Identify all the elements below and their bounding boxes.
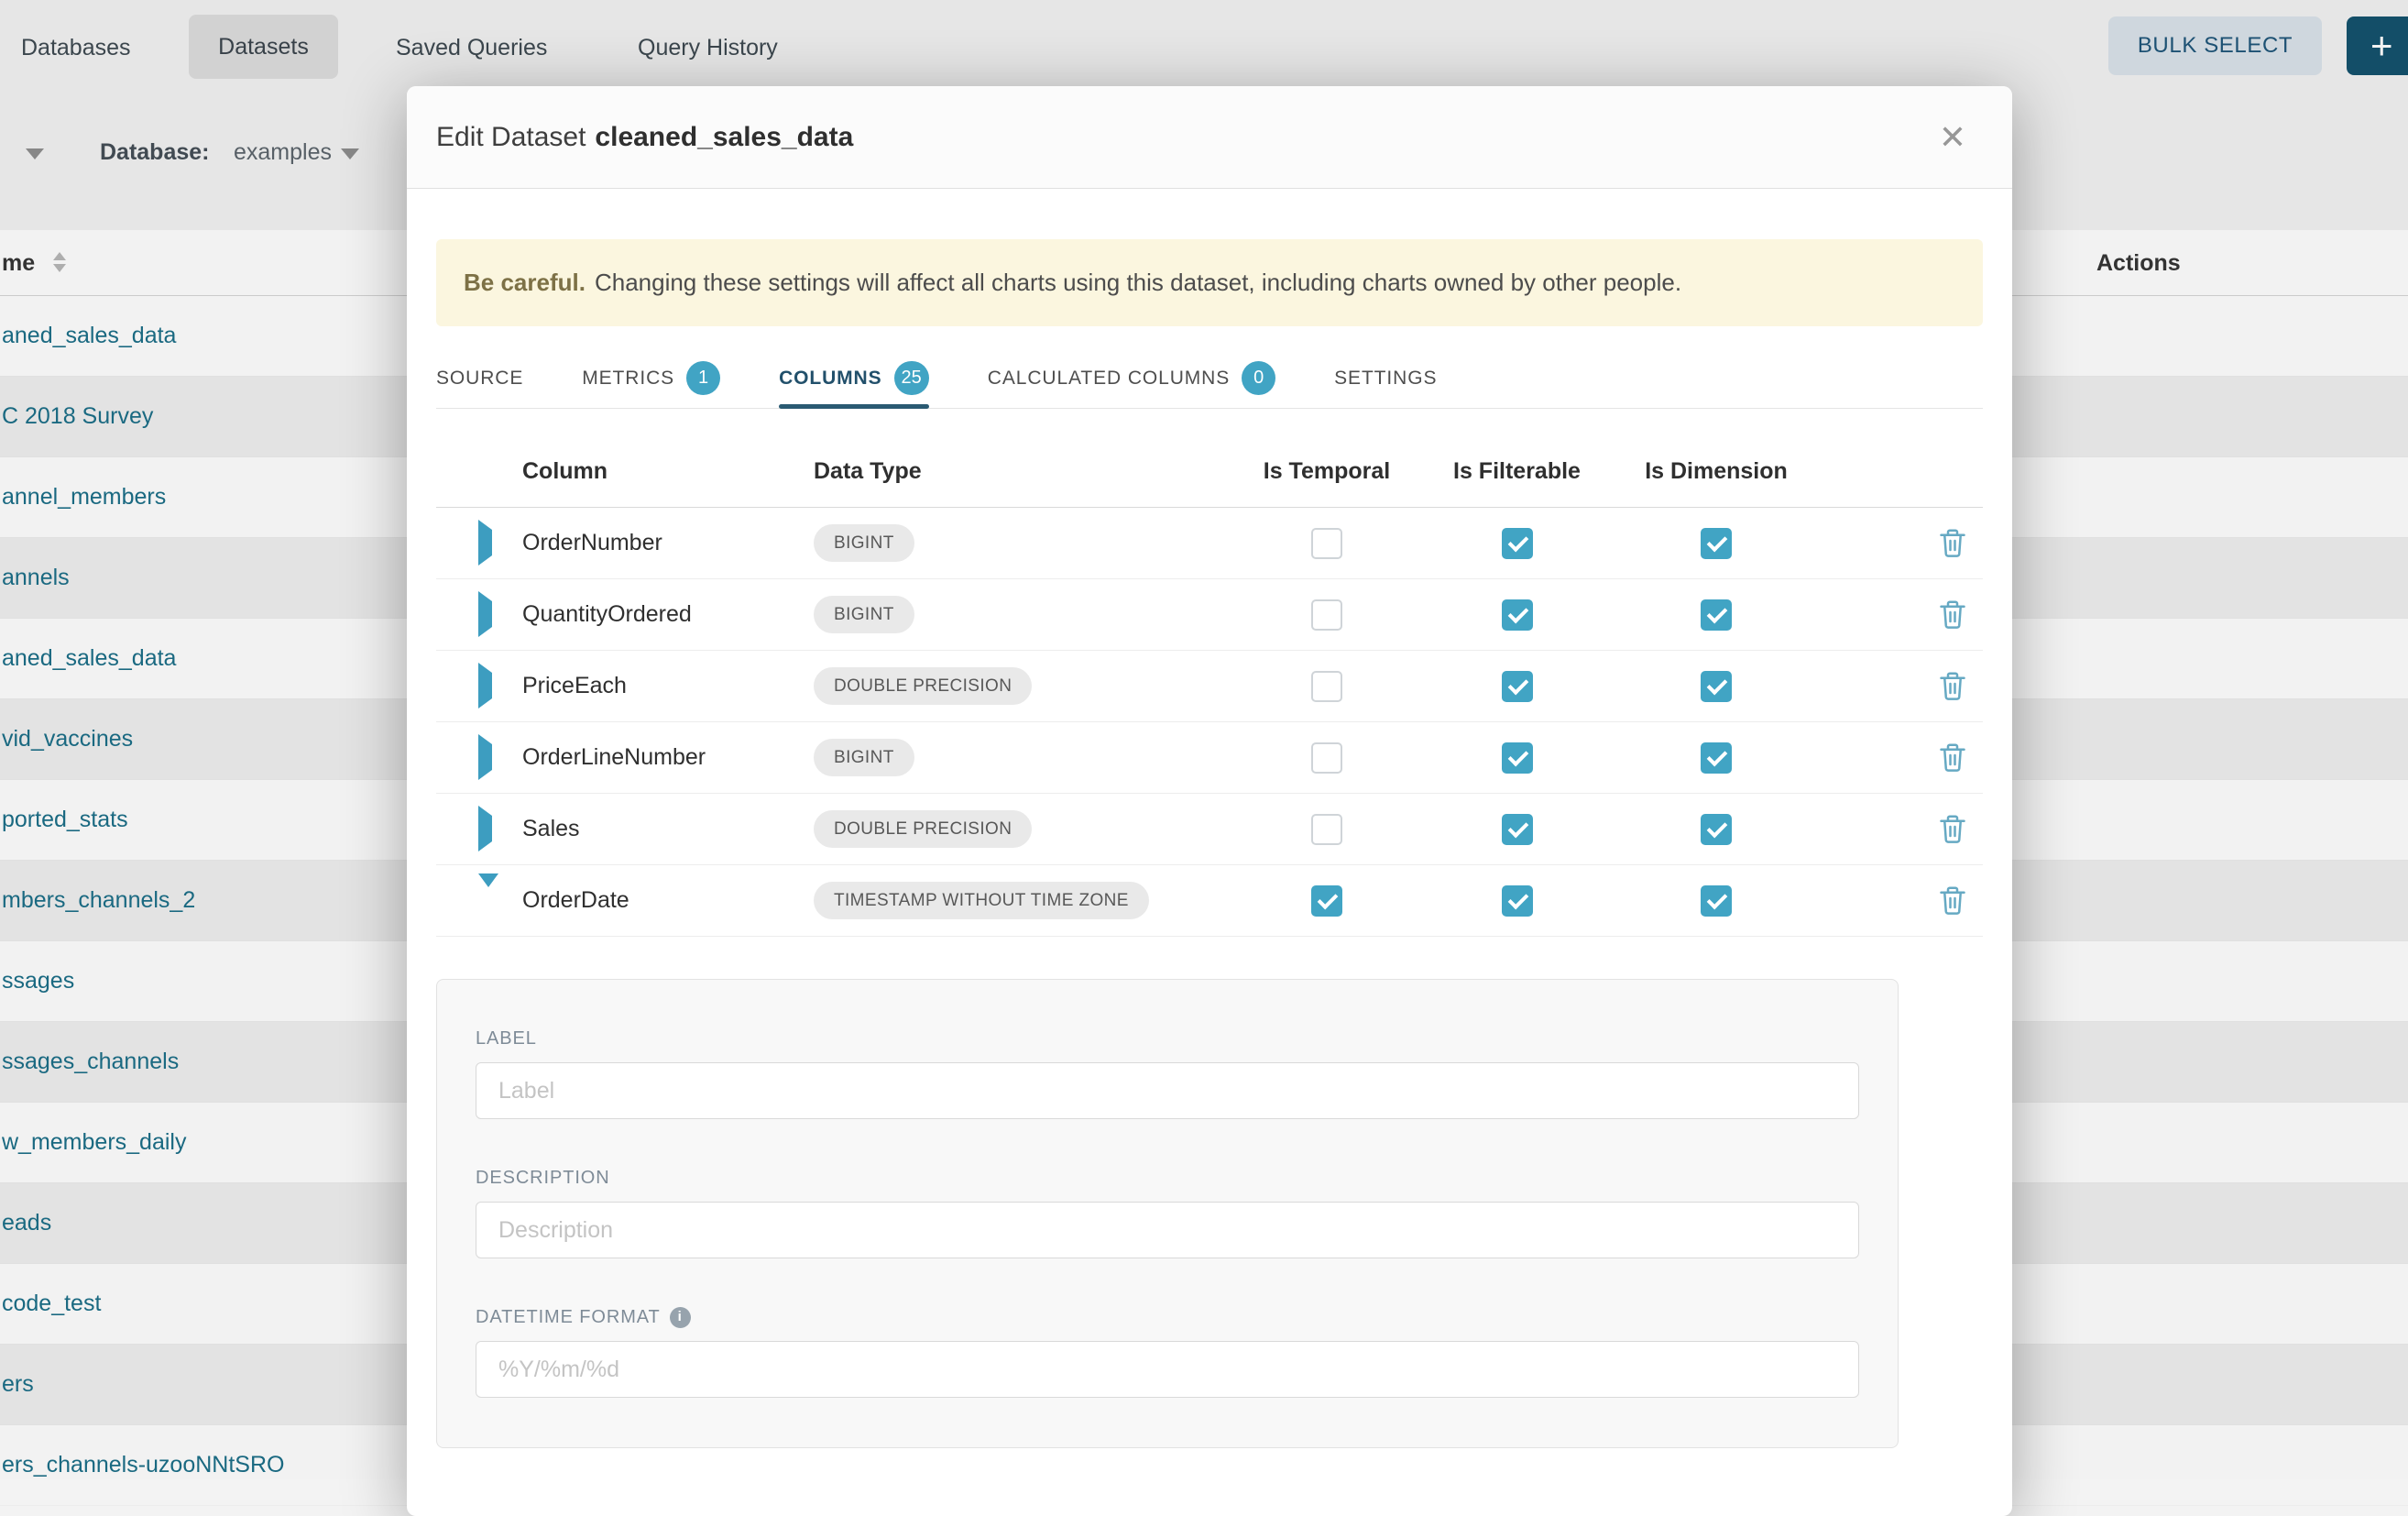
- is-dimension-checkbox[interactable]: [1701, 742, 1732, 774]
- is-filterable-checkbox[interactable]: [1502, 814, 1533, 845]
- tab-settings[interactable]: SETTINGS: [1334, 348, 1437, 408]
- datetime-format-field-group: DATETIME FORMAT i: [476, 1306, 1859, 1398]
- datetime-format-input[interactable]: [476, 1341, 1859, 1398]
- header-column: Column: [522, 458, 814, 485]
- tab-source[interactable]: SOURCE: [436, 348, 523, 408]
- modal-header: Edit Dataset cleaned_sales_data ✕: [407, 86, 2012, 189]
- description-field-group: DESCRIPTION: [476, 1167, 1859, 1258]
- is-temporal-checkbox[interactable]: [1311, 671, 1342, 702]
- is-filterable-checkbox[interactable]: [1502, 885, 1533, 917]
- delete-column-button[interactable]: [1939, 599, 1966, 630]
- data-type-pill: DOUBLE PRECISION: [814, 810, 1032, 848]
- expand-caret-icon[interactable]: [478, 591, 492, 637]
- is-filterable-checkbox[interactable]: [1502, 599, 1533, 631]
- is-temporal-checkbox[interactable]: [1311, 528, 1342, 559]
- header-data-type: Data Type: [814, 458, 1235, 485]
- column-row: Sales DOUBLE PRECISION: [436, 794, 1983, 865]
- data-type-pill: BIGINT: [814, 739, 914, 776]
- column-name: OrderNumber: [522, 530, 814, 556]
- column-row: OrderNumber BIGINT: [436, 508, 1983, 579]
- header-is-filterable: Is Filterable: [1418, 458, 1615, 485]
- modal-title-prefix: Edit Dataset: [436, 122, 586, 152]
- collapse-caret-icon[interactable]: [478, 873, 498, 913]
- info-icon[interactable]: i: [670, 1307, 691, 1328]
- column-row: OrderDate TIMESTAMP WITHOUT TIME ZONE: [436, 865, 1983, 937]
- column-name: OrderLineNumber: [522, 744, 814, 771]
- is-temporal-checkbox[interactable]: [1311, 814, 1342, 845]
- delete-column-button[interactable]: [1939, 814, 1966, 844]
- column-name: PriceEach: [522, 673, 814, 699]
- delete-column-button[interactable]: [1939, 885, 1966, 916]
- column-detail-panel: LABEL DESCRIPTION DATETIME FORMAT i: [436, 979, 1899, 1448]
- modal-title-dataset-name: cleaned_sales_data: [595, 122, 853, 152]
- header-is-temporal: Is Temporal: [1235, 458, 1418, 485]
- label-input[interactable]: [476, 1062, 1859, 1119]
- warning-text: Changing these settings will affect all …: [595, 269, 1681, 297]
- expand-caret-icon[interactable]: [478, 520, 492, 566]
- data-type-pill: DOUBLE PRECISION: [814, 667, 1032, 705]
- warning-bold-text: Be careful.: [464, 269, 586, 297]
- column-row: QuantityOrdered BIGINT: [436, 579, 1983, 651]
- is-dimension-checkbox[interactable]: [1701, 885, 1732, 917]
- columns-count-badge: 25: [894, 361, 929, 395]
- tab-label: METRICS: [582, 368, 674, 390]
- expand-caret-icon[interactable]: [478, 663, 492, 709]
- column-row: PriceEach DOUBLE PRECISION: [436, 651, 1983, 722]
- edit-dataset-modal: Edit Dataset cleaned_sales_data ✕ Be care…: [407, 86, 2012, 1516]
- is-dimension-checkbox[interactable]: [1701, 599, 1732, 631]
- is-dimension-checkbox[interactable]: [1701, 671, 1732, 702]
- calculated-columns-count-badge: 0: [1242, 361, 1275, 395]
- is-dimension-checkbox[interactable]: [1701, 814, 1732, 845]
- tab-label: CALCULATED COLUMNS: [988, 368, 1230, 390]
- column-row: OrderLineNumber BIGINT: [436, 722, 1983, 794]
- warning-banner: Be careful. Changing these settings will…: [436, 239, 1983, 326]
- column-name: Sales: [522, 816, 814, 842]
- columns-table-header: Column Data Type Is Temporal Is Filterab…: [436, 436, 1983, 508]
- delete-column-button[interactable]: [1939, 742, 1966, 773]
- tab-columns[interactable]: COLUMNS 25: [779, 348, 929, 408]
- tab-metrics[interactable]: METRICS 1: [582, 348, 720, 408]
- close-icon[interactable]: ✕: [1933, 120, 1972, 155]
- header-is-dimension: Is Dimension: [1615, 458, 1817, 485]
- is-temporal-checkbox[interactable]: [1311, 885, 1342, 917]
- is-dimension-checkbox[interactable]: [1701, 528, 1732, 559]
- metrics-count-badge: 1: [686, 361, 720, 395]
- column-name: QuantityOrdered: [522, 601, 814, 628]
- expand-caret-icon[interactable]: [478, 734, 492, 780]
- label-field-label: LABEL: [476, 1027, 1859, 1049]
- tab-label: SOURCE: [436, 368, 523, 390]
- delete-column-button[interactable]: [1939, 671, 1966, 701]
- modal-title: Edit Dataset cleaned_sales_data: [436, 122, 853, 153]
- description-input[interactable]: [476, 1202, 1859, 1258]
- tab-label: COLUMNS: [779, 368, 881, 390]
- expand-caret-icon[interactable]: [478, 806, 492, 851]
- data-type-pill: BIGINT: [814, 524, 914, 562]
- is-filterable-checkbox[interactable]: [1502, 671, 1533, 702]
- is-temporal-checkbox[interactable]: [1311, 599, 1342, 631]
- label-field-group: LABEL: [476, 1027, 1859, 1119]
- columns-table: Column Data Type Is Temporal Is Filterab…: [436, 436, 1983, 937]
- delete-column-button[interactable]: [1939, 528, 1966, 558]
- datetime-format-field-label: DATETIME FORMAT: [476, 1306, 661, 1328]
- description-field-label: DESCRIPTION: [476, 1167, 1859, 1189]
- tab-calculated-columns[interactable]: CALCULATED COLUMNS 0: [988, 348, 1275, 408]
- is-temporal-checkbox[interactable]: [1311, 742, 1342, 774]
- is-filterable-checkbox[interactable]: [1502, 528, 1533, 559]
- column-name: OrderDate: [522, 887, 814, 914]
- data-type-pill: BIGINT: [814, 596, 914, 633]
- is-filterable-checkbox[interactable]: [1502, 742, 1533, 774]
- modal-tabs: SOURCE METRICS 1 COLUMNS 25 CALCULATED C…: [436, 348, 1983, 409]
- data-type-pill: TIMESTAMP WITHOUT TIME ZONE: [814, 882, 1149, 919]
- tab-label: SETTINGS: [1334, 368, 1437, 390]
